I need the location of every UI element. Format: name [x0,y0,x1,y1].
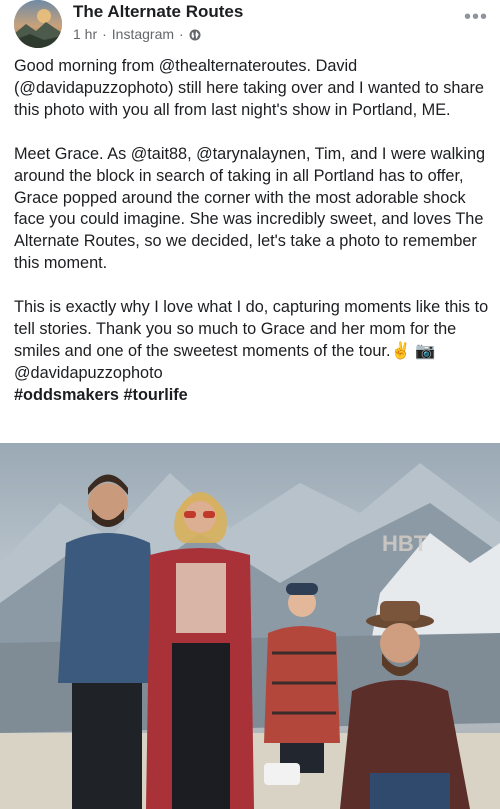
meta-separator: · [102,26,107,42]
post-text: Good morning from @thealternateroutes. D… [14,56,490,407]
post-paragraph-3-block: This is exactly why I love what I do, ca… [14,297,490,385]
post-header: The Alternate Routes 1 hr · Instagram · … [0,0,500,52]
globe-icon [189,28,201,41]
meta-separator-2: · [179,26,184,42]
post-photo[interactable]: HBT [0,443,500,809]
hashtags[interactable]: #oddsmakers #tourlife [14,385,490,407]
more-options-icon[interactable]: ••• [464,6,488,29]
post-meta: 1 hr · Instagram · [73,26,201,42]
svg-text:HBT: HBT [382,531,428,556]
post-source: Instagram [111,26,175,42]
post-time[interactable]: 1 hr [73,26,97,42]
post-paragraph-2: Meet Grace. As @tait88, @tarynalaynen, T… [14,144,486,273]
page-avatar[interactable] [14,0,62,48]
post-paragraph-1: Good morning from @thealternateroutes. D… [14,57,484,119]
page-name[interactable]: The Alternate Routes [73,2,243,22]
